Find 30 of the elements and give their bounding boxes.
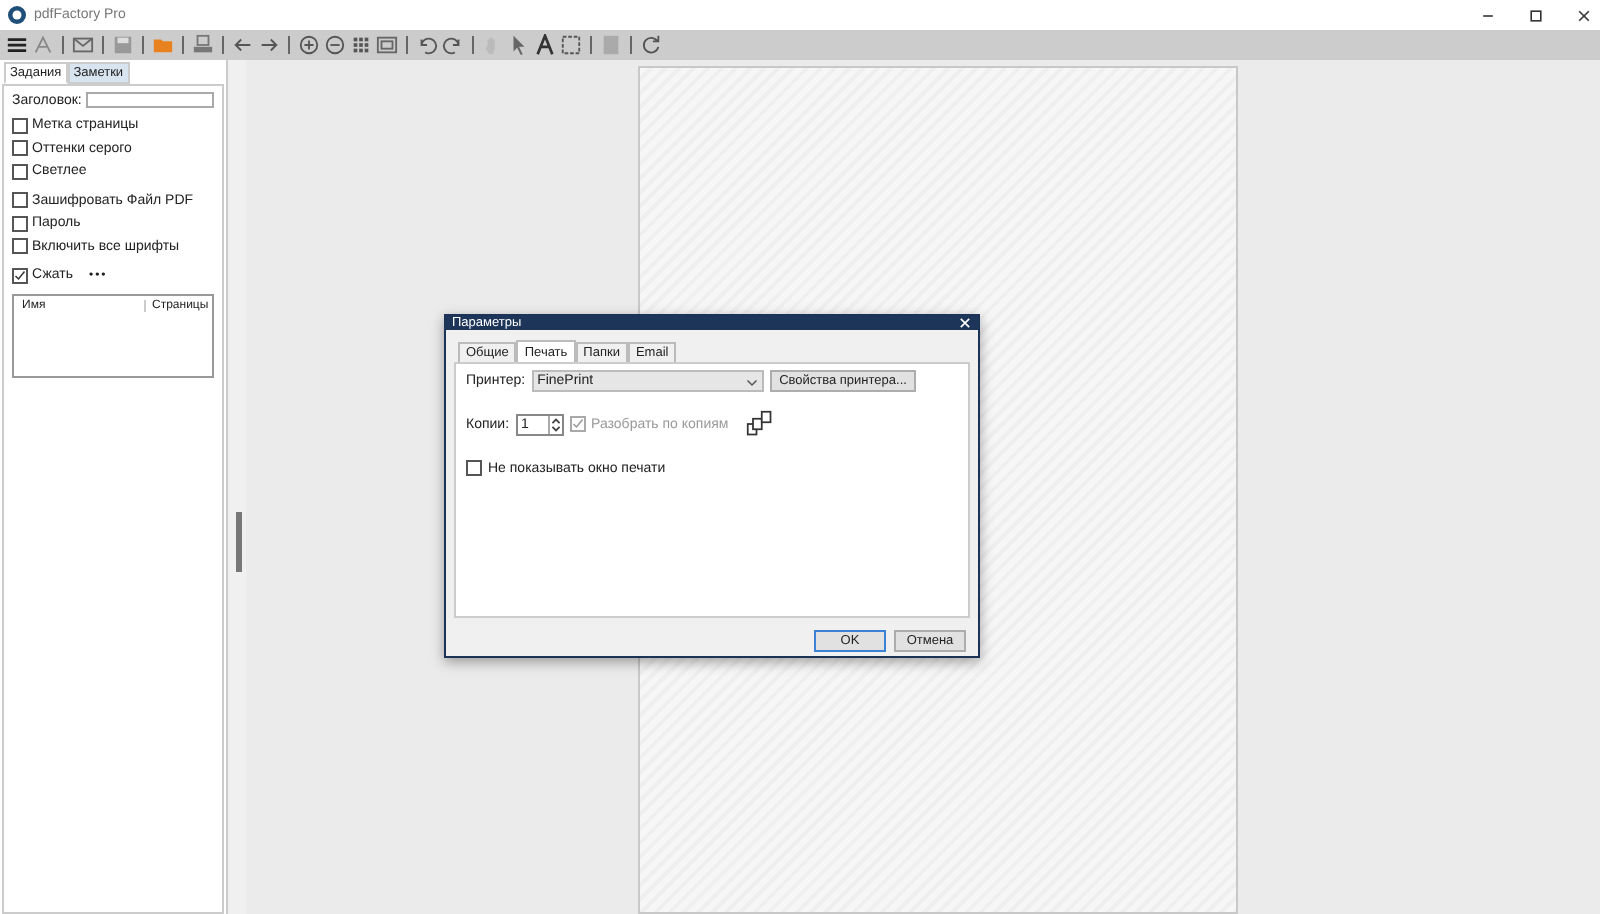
zoom-in-icon[interactable]: [298, 34, 320, 56]
splitter-handle[interactable]: [236, 511, 242, 571]
refresh-icon[interactable]: [640, 34, 662, 56]
selection-icon[interactable]: [560, 34, 582, 56]
zoom-out-icon[interactable]: [324, 34, 346, 56]
checkbox[interactable]: [12, 267, 28, 284]
envelope-icon[interactable]: [72, 34, 94, 56]
app-logo-icon: [8, 6, 26, 24]
stacked-pages-icon: [746, 410, 775, 438]
grid-icon[interactable]: [350, 34, 372, 56]
menu-icon[interactable]: [6, 34, 28, 56]
title-field[interactable]: [85, 92, 214, 108]
checkbox[interactable]: [466, 460, 482, 476]
close-icon[interactable]: [1576, 7, 1592, 23]
caret-icon: [745, 375, 758, 387]
checkbox[interactable]: [12, 215, 28, 232]
maximize-icon[interactable]: [1528, 7, 1544, 23]
arrow-right-icon[interactable]: [258, 34, 280, 56]
undo-icon[interactable]: [416, 34, 438, 56]
arrow-left-icon[interactable]: [232, 34, 254, 56]
fit-page-icon[interactable]: [376, 34, 398, 56]
text-icon[interactable]: [534, 34, 556, 56]
printer-icon[interactable]: [192, 34, 214, 56]
checkbox[interactable]: [12, 117, 28, 134]
pointer-icon[interactable]: [508, 34, 530, 56]
checkbox[interactable]: [12, 238, 28, 255]
checkbox[interactable]: [12, 163, 28, 180]
redo-icon[interactable]: [442, 34, 464, 56]
checkbox[interactable]: [12, 140, 28, 157]
checkbox[interactable]: [12, 192, 28, 209]
